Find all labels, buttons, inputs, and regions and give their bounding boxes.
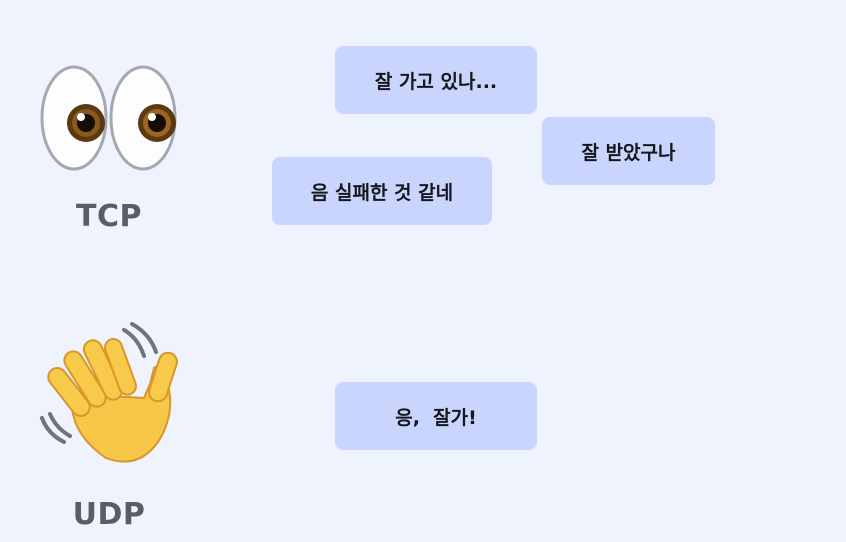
- tcp-label: TCP: [76, 199, 142, 234]
- tcp-message-bubble: 잘 받았구나: [542, 117, 715, 185]
- udp-label: UDP: [72, 497, 146, 532]
- eyes-icon: [38, 62, 180, 176]
- tcp-message-bubble: 음 실패한 것 같네: [272, 157, 492, 225]
- waving-hand-icon: [38, 322, 182, 466]
- udp-message-bubble: 응, 잘가!: [335, 382, 537, 450]
- diagram-canvas: TCP 잘 가고 있나... 잘 받았구나 음 실패한 것 같네 UDP 응, …: [0, 0, 846, 542]
- tcp-message-bubble: 잘 가고 있나...: [335, 46, 537, 114]
